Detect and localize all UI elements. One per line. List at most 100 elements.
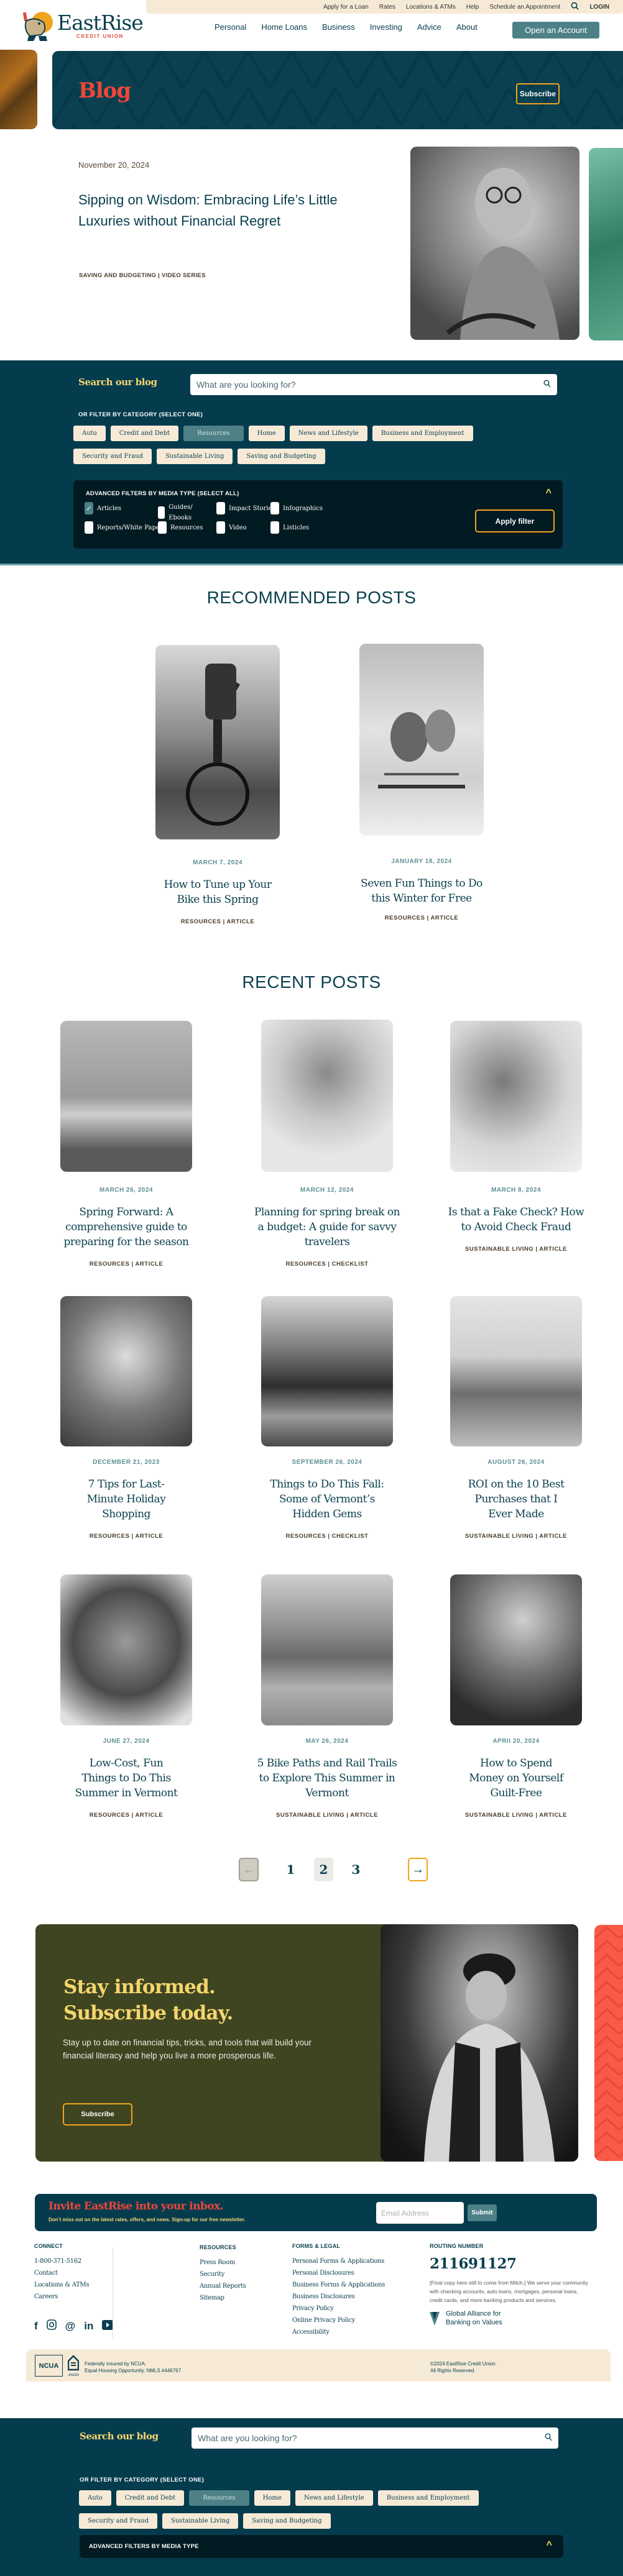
page-3[interactable]: 3 [346,1858,366,1881]
promo-subscribe-button[interactable]: Subscribe [63,2103,132,2126]
category-chip-auto[interactable]: Auto [79,2490,111,2506]
facebook-icon[interactable]: f [34,2320,38,2332]
recent-post[interactable]: MAY 26, 2024 5 Bike Paths and Rail Trail… [246,1574,408,1819]
footer-business-disclosures-link[interactable]: Business Disclosures [292,2291,385,2303]
nav-investing[interactable]: Investing [370,22,402,32]
post-image[interactable] [60,1296,192,1446]
search-icon[interactable] [545,2433,552,2443]
search-input[interactable]: What are you looking for? [192,2428,558,2449]
post-title[interactable]: Planning for spring break on a budget: A… [246,1205,408,1249]
post-image[interactable] [450,1021,582,1172]
category-chip-sustainable-living[interactable]: Sustainable Living [162,2513,239,2529]
footer-business-forms-link[interactable]: Business Forms & Applications [292,2279,385,2291]
next-page-button[interactable]: → [408,1858,428,1881]
footer-online-privacy-link[interactable]: Online Privacy Policy [292,2314,385,2326]
nav-personal[interactable]: Personal [215,22,246,32]
chevron-up-icon[interactable]: ^ [546,488,551,499]
checkbox-listicles[interactable]: Listicles [270,521,309,534]
utility-link-locations[interactable]: Locations & ATMs [406,4,456,11]
check-icon[interactable]: ✓ [85,502,93,514]
newsletter-submit-button[interactable]: Submit [468,2204,497,2221]
checkbox-reports[interactable]: Reports/White Papers [85,521,166,534]
recommended-post[interactable]: JANUARY 18, 2024 Seven Fun Things to Do … [341,644,502,921]
featured-image[interactable] [410,147,579,340]
category-chip-news-lifestyle[interactable]: News and Lifestyle [295,2490,373,2506]
post-title[interactable]: 5 Bike Paths and Rail Trails to Explore … [246,1756,408,1801]
footer-careers-link[interactable]: Careers [34,2291,89,2303]
checkbox-impact-stories[interactable]: Impact Stories [216,502,275,514]
utility-link-help[interactable]: Help [466,4,479,11]
post-title[interactable]: Low-Cost, Fun Things to Do This Summer i… [45,1756,207,1801]
category-chip-home[interactable]: Home [248,426,285,441]
nav-advice[interactable]: Advice [417,22,441,32]
search-input[interactable]: What are you looking for? [190,374,557,395]
utility-link-apply-loan[interactable]: Apply for a Loan [323,4,369,11]
post-image[interactable] [60,1021,192,1172]
footer-personal-disclosures-link[interactable]: Personal Disclosures [292,2267,385,2279]
footer-security-link[interactable]: Security [200,2268,246,2280]
recent-post[interactable]: AUGUST 26, 2024 ROI on the 10 Best Purch… [435,1296,597,1540]
post-title[interactable]: How to Tune up Your Bike this Spring [137,877,298,907]
prev-page-button[interactable]: ← [239,1858,259,1881]
footer-sitemap-link[interactable]: Sitemap [200,2292,246,2304]
page-2[interactable]: 2 [314,1858,333,1881]
promo-next-slide[interactable] [594,1925,623,2161]
category-chip-resources[interactable]: Resources [183,426,244,441]
post-title[interactable]: ROI on the 10 Best Purchases that I Ever… [435,1477,597,1522]
category-chip-saving-budgeting[interactable]: Saving and Budgeting [238,449,325,464]
category-chip-business-employment[interactable]: Business and Employment [372,426,473,441]
checkbox-infographics[interactable]: Infographics [270,502,323,514]
instagram-icon[interactable] [46,2319,57,2333]
category-chip-credit-debt[interactable]: Credit and Debt [116,2490,185,2506]
category-chip-security-fraud[interactable]: Security and Fraud [79,2513,158,2529]
nav-about[interactable]: About [456,22,478,32]
category-chip-news-lifestyle[interactable]: News and Lifestyle [289,426,367,441]
hero-subscribe-button[interactable]: Subscribe [516,83,560,104]
category-chip-auto[interactable]: Auto [73,426,106,441]
category-chip-credit-debt[interactable]: Credit and Debt [110,426,179,441]
post-image[interactable] [261,1020,393,1172]
chevron-up-icon[interactable]: ^ [547,2540,552,2551]
post-image[interactable] [60,1574,192,1725]
post-title[interactable]: Things to Do This Fall: Some of Vermont’… [246,1477,408,1522]
recent-post[interactable]: DECEMBER 21, 2023 7 Tips for Last-Minute… [45,1296,207,1540]
linkedin-icon[interactable]: in [84,2320,93,2332]
recent-post[interactable]: MARCH 12, 2024 Planning for spring break… [246,1020,408,1267]
recent-post[interactable]: APRII 20, 2024 How to Spend Money on You… [435,1574,597,1819]
post-image[interactable] [450,1296,582,1446]
category-chip-business-employment[interactable]: Business and Employment [377,2490,479,2506]
category-chip-saving-budgeting[interactable]: Saving and Budgeting [243,2513,331,2529]
utility-link-schedule[interactable]: Schedule an Appointment [489,4,560,11]
search-icon[interactable] [543,380,551,390]
footer-privacy-policy-link[interactable]: Privacy Policy [292,2303,385,2314]
email-field[interactable]: Email Address [376,2202,464,2224]
checkbox-guides-ebooks[interactable]: Guides/ Ebooks [158,502,208,523]
page-1[interactable]: 1 [281,1858,300,1881]
apply-filter-button[interactable]: Apply filter [475,509,555,532]
post-image[interactable] [450,1574,582,1725]
category-chip-home[interactable]: Home [254,2490,290,2506]
footer-press-room-link[interactable]: Press Room [200,2257,246,2268]
category-chip-sustainable-living[interactable]: Sustainable Living [157,449,233,464]
footer-personal-forms-link[interactable]: Personal Forms & Applications [292,2255,385,2267]
recommended-post[interactable]: MARCH 7, 2024 How to Tune up Your Bike t… [137,645,298,925]
post-image[interactable] [155,645,280,839]
footer-annual-reports-link[interactable]: Annual Reports [200,2280,246,2292]
search-icon[interactable] [571,2,579,12]
utility-link-rates[interactable]: Rates [379,4,395,11]
recent-post[interactable]: SEPTEMBER 26, 2024 Things to Do This Fal… [246,1296,408,1540]
recent-post[interactable]: MARCH 8, 2024 Is that a Fake Check? How … [435,1021,597,1253]
post-image[interactable] [261,1574,393,1725]
checkbox-resources[interactable]: Resources [158,521,203,534]
post-image[interactable] [359,644,484,836]
post-image[interactable] [261,1296,393,1446]
footer-contact-link[interactable]: Contact [34,2267,89,2279]
logo[interactable]: EastRise CREDIT UNION [22,9,178,42]
nav-business[interactable]: Business [322,22,355,32]
nav-home-loans[interactable]: Home Loans [261,22,307,32]
recent-post[interactable]: JUNE 27, 2024 Low-Cost, Fun Things to Do… [45,1574,207,1819]
post-title[interactable]: How to Spend Money on Yourself Guilt-Fre… [435,1756,597,1801]
post-title[interactable]: 7 Tips for Last-Minute Holiday Shopping [45,1477,207,1522]
post-title[interactable]: Spring Forward: A comprehensive guide to… [45,1205,207,1249]
post-title[interactable]: Seven Fun Things to Do this Winter for F… [341,876,502,906]
